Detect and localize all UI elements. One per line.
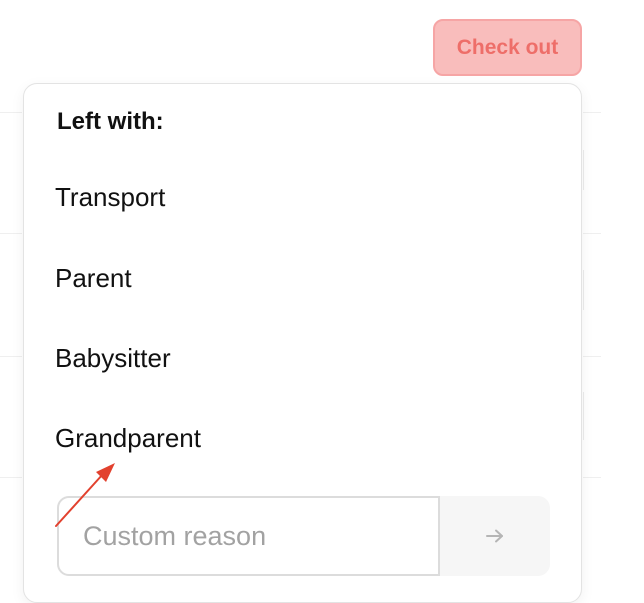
background-border: [583, 392, 584, 440]
background-divider: [583, 477, 601, 478]
popover-title: Left with:: [57, 108, 164, 135]
background-divider: [0, 477, 22, 478]
background-border: [583, 270, 584, 310]
background-divider: [583, 233, 601, 234]
submit-custom-reason-button[interactable]: [440, 496, 550, 576]
left-with-popover: Left with: Transport Parent Babysitter G…: [23, 83, 582, 603]
option-grandparent[interactable]: Grandparent: [55, 423, 201, 454]
background-border: [583, 150, 584, 190]
option-parent[interactable]: Parent: [55, 263, 132, 294]
background-divider: [583, 356, 601, 357]
custom-reason-input[interactable]: [57, 496, 440, 576]
check-out-button[interactable]: Check out: [433, 19, 582, 76]
option-babysitter[interactable]: Babysitter: [55, 343, 171, 374]
option-transport[interactable]: Transport: [55, 182, 165, 213]
background-divider: [0, 112, 22, 113]
background-divider: [0, 233, 22, 234]
background-divider: [583, 112, 601, 113]
arrow-right-icon: [486, 529, 503, 543]
background-divider: [0, 356, 22, 357]
custom-reason-row: [57, 496, 550, 576]
